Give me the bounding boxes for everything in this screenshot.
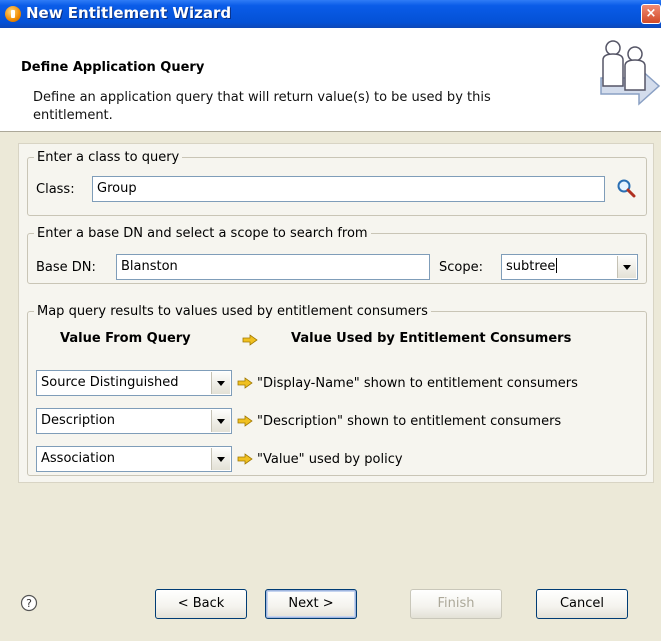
mapping-target-1: "Display-Name" shown to entitlement cons… <box>257 376 578 391</box>
basedn-label: Base DN: <box>36 260 96 275</box>
content-panel: Enter a class to query Class: Group Ente… <box>18 143 654 483</box>
mapping-group-legend: Map query results to values used by enti… <box>37 304 428 319</box>
close-button[interactable]: × <box>641 4 661 24</box>
window-title: New Entitlement Wizard <box>26 4 232 22</box>
row-arrow-icon-2 <box>237 415 253 427</box>
mapping-target-2: "Description" shown to entitlement consu… <box>257 414 562 429</box>
header-arrow-icon <box>242 334 258 346</box>
mapping-select-2[interactable]: Description <box>36 408 232 434</box>
back-button[interactable]: < Back <box>155 589 247 619</box>
page-title: Define Application Query <box>21 60 205 75</box>
class-group-legend: Enter a class to query <box>37 150 180 165</box>
row-arrow-icon-3 <box>237 453 253 465</box>
wizard-header: Define Application Query Define an appli… <box>0 28 661 132</box>
class-input[interactable]: Group <box>92 176 605 202</box>
svg-text:?: ? <box>26 597 32 610</box>
finish-button[interactable]: Finish <box>410 589 502 619</box>
mapping-target-3: "Value" used by policy <box>257 452 403 467</box>
basedn-input[interactable]: Blanston <box>116 254 430 280</box>
help-icon[interactable]: ? <box>20 594 38 612</box>
magnifier-icon[interactable] <box>616 178 636 198</box>
column-header-to: Value Used by Entitlement Consumers <box>291 331 572 346</box>
scope-select[interactable]: subtree <box>501 254 638 280</box>
mapping-select-value-1: Source Distinguished <box>41 375 179 390</box>
column-header-from: Value From Query <box>60 331 191 346</box>
page-description: Define an application query that will re… <box>33 90 491 123</box>
wizard-people-icon <box>600 40 661 106</box>
next-button[interactable]: Next > <box>265 589 357 619</box>
row-arrow-icon-1 <box>237 377 253 389</box>
scope-dropdown-button[interactable] <box>617 256 636 278</box>
mapping-select-1[interactable]: Source Distinguished <box>36 370 232 396</box>
mapping-select-value-3: Association <box>41 451 116 466</box>
scope-label: Scope: <box>439 260 483 275</box>
class-label: Class: <box>36 182 75 197</box>
mapping-select-value-2: Description <box>41 413 116 428</box>
scope-value: subtree <box>506 259 556 274</box>
mapping-dropdown-button-3[interactable] <box>211 448 230 470</box>
basedn-group-legend: Enter a base DN and select a scope to se… <box>37 226 368 241</box>
app-icon <box>5 6 21 22</box>
title-bar: New Entitlement Wizard × <box>0 0 661 28</box>
mapping-select-3[interactable]: Association <box>36 446 232 472</box>
cancel-button[interactable]: Cancel <box>536 589 628 619</box>
mapping-dropdown-button-2[interactable] <box>211 410 230 432</box>
mapping-dropdown-button-1[interactable] <box>211 372 230 394</box>
